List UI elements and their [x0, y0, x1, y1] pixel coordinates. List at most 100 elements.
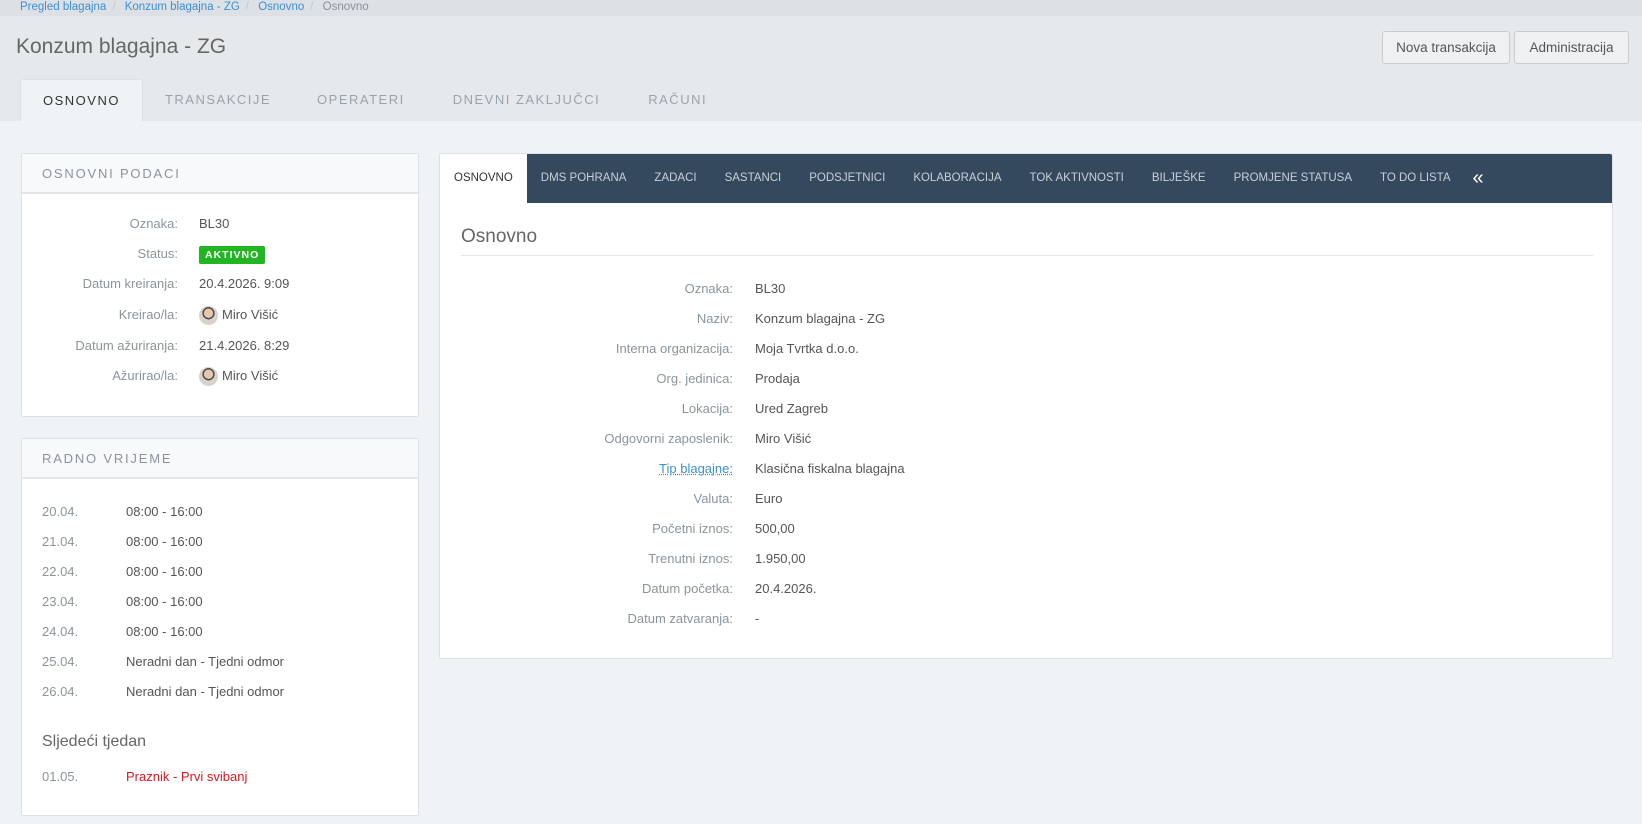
detail-row: Tip blagajne: Klasična fiskalna blagajna [440, 459, 1612, 479]
subtab-kolaboracija[interactable]: KOLABORACIJA [899, 154, 1015, 203]
field-value: Euro [755, 489, 782, 509]
subtab-biljeske[interactable]: BILJEŠKE [1138, 154, 1220, 203]
user-link[interactable]: Miro Višić [222, 307, 278, 322]
field-label: Oznaka: [130, 214, 178, 234]
subtab-osnovno[interactable]: OSNOVNO [440, 154, 527, 203]
subtab-dms-pohrana[interactable]: DMS POHRANA [527, 154, 641, 203]
field-label: Valuta: [693, 489, 733, 509]
collapse-chevron-icon[interactable]: « [1465, 154, 1492, 203]
page-header: Pregled blagajna/ Konzum blagajna - ZG/ … [0, 0, 1642, 121]
breadcrumb: Pregled blagajna/ Konzum blagajna - ZG/ … [0, 0, 1642, 16]
breadcrumb-link[interactable]: Konzum blagajna - ZG [125, 1, 240, 13]
breadcrumb-current: Osnovno [323, 1, 369, 13]
day-date: 23.04. [42, 592, 78, 612]
divider [461, 255, 1593, 256]
field-value: Prodaja [755, 369, 800, 389]
field-value: Miro Višić [755, 429, 811, 449]
basic-info-panel: OSNOVNI PODACI Oznaka: BL30 Status: AKTIVN… [21, 153, 419, 417]
detail-row: Org. jedinica: Prodaja [440, 369, 1612, 389]
tip-blagajne-link[interactable]: Tip blagajne: [659, 459, 733, 479]
sub-tabs: OSNOVNO DMS POHRANA ZADACI SASTANCI PODS… [440, 154, 1612, 203]
tab-dnevni-zakljucci[interactable]: DNEVNI ZAKLJUČCI [429, 79, 625, 121]
field-label: Trenutni iznos: [648, 549, 733, 569]
detail-row: Datum početka:20.4.2026. [440, 579, 1612, 599]
day-hours: Neradni dan - Tjedni odmor [126, 652, 284, 672]
field-value: Ured Zagreb [755, 399, 828, 419]
field-label: Odgovorni zaposlenik: [604, 429, 733, 449]
field-label: Interna organizacija: [616, 339, 733, 359]
day-date: 22.04. [42, 562, 78, 582]
subtab-podsjetnici[interactable]: PODSJETNICI [795, 154, 899, 203]
detail-row: Datum zatvaranja: - [440, 609, 1612, 629]
detail-row: Naziv: Konzum blagajna - ZG [440, 309, 1612, 329]
day-hours: 08:00 - 16:00 [126, 502, 203, 522]
detail-row: Valuta: Euro [440, 489, 1612, 509]
new-transaction-button[interactable]: Nova transakcija [1382, 31, 1510, 64]
detail-row: Odgovorni zaposlenik: Miro Višić [440, 429, 1612, 449]
field-label: Status: [138, 244, 178, 264]
detail-row: Oznaka: BL30 [440, 279, 1612, 299]
main-tabs: OSNOVNO TRANSAKCIJE OPERATERI DNEVNI ZAK… [20, 79, 731, 121]
field-value: Klasična fiskalna blagajna [755, 459, 905, 479]
tab-transakcije[interactable]: TRANSAKCIJE [143, 79, 293, 121]
tab-operateri[interactable]: OPERATERI [293, 79, 429, 121]
field-value: 21.4.2026. 8:29 [199, 336, 289, 356]
field-label: Početni iznos: [652, 519, 733, 539]
field-value: 1.950,00 [755, 549, 806, 569]
subtab-tok-aktivnosti[interactable]: TOK AKTIVNOSTI [1016, 154, 1138, 203]
day-date: 21.04. [42, 532, 78, 552]
subtab-promjene-statusa[interactable]: PROMJENE STATUSA [1220, 154, 1366, 203]
day-date: 20.04. [42, 502, 78, 522]
field-label: Datum kreiranja: [83, 274, 178, 294]
working-hours-panel: RADNO VRIJEME 20.04. 08:00 - 16:00 21.04.… [21, 438, 419, 816]
avatar [199, 367, 218, 386]
detail-row: Početni iznos: 500,00 [440, 519, 1612, 539]
page-title: Konzum blagajna - ZG [16, 35, 226, 59]
field-label: Lokacija: [682, 399, 733, 419]
day-hours: Neradni dan - Tjedni odmor [126, 682, 284, 702]
day-date: 24.04. [42, 622, 78, 642]
detail-row: Trenutni iznos: 1.950,00 [440, 549, 1612, 569]
field-value: Moja Tvrtka d.o.o. [755, 339, 859, 359]
tab-racuni[interactable]: RAČUNI [624, 79, 731, 121]
day-date: 26.04. [42, 682, 78, 702]
next-week-title: Sljedeći tjedan [42, 733, 146, 751]
holiday-label: Praznik - Prvi svibanj [126, 767, 247, 787]
field-label: Org. jedinica: [656, 369, 733, 389]
detail-panel: OSNOVNO DMS POHRANA ZADACI SASTANCI PODS… [439, 153, 1613, 659]
user-link[interactable]: Miro Višić [222, 368, 278, 383]
detail-row: Interna organizacija: Moja Tvrtka d.o.o. [440, 339, 1612, 359]
subtab-sastanci[interactable]: SASTANCI [711, 154, 796, 203]
tab-osnovno[interactable]: OSNOVNO [20, 79, 143, 121]
day-hours: 08:00 - 16:00 [126, 562, 203, 582]
subtab-zadaci[interactable]: ZADACI [640, 154, 710, 203]
field-label: Datum zatvaranja: [628, 609, 734, 629]
section-title: Osnovno [461, 226, 537, 248]
panel-header: RADNO VRIJEME [22, 439, 418, 479]
day-hours: 08:00 - 16:00 [126, 622, 203, 642]
status-badge: AKTIVNO [199, 246, 265, 264]
panel-header: OSNOVNI PODACI [22, 154, 418, 194]
administration-button[interactable]: Administracija [1514, 31, 1629, 64]
field-label: Oznaka: [685, 279, 733, 299]
field-label: Datum početka: [642, 579, 733, 599]
day-hours: 08:00 - 16:00 [126, 592, 203, 612]
subtab-to-do-lista[interactable]: TO DO LISTA [1366, 154, 1465, 203]
field-value: - [755, 609, 759, 629]
field-value: BL30 [199, 214, 229, 234]
day-hours: 08:00 - 16:00 [126, 532, 203, 552]
field-label: Naziv: [697, 309, 733, 329]
field-label: Kreirao/la: [119, 305, 178, 325]
field-value: 500,00 [755, 519, 795, 539]
avatar [199, 306, 218, 325]
breadcrumb-link[interactable]: Pregled blagajna [20, 1, 106, 13]
breadcrumb-link[interactable]: Osnovno [258, 1, 304, 13]
day-date: 25.04. [42, 652, 78, 672]
field-label: Ažurirao/la: [112, 366, 178, 386]
field-label: Datum ažuriranja: [75, 336, 178, 356]
detail-row: Lokacija: Ured Zagreb [440, 399, 1612, 419]
field-value: Konzum blagajna - ZG [755, 309, 885, 329]
field-value: BL30 [755, 279, 785, 299]
day-date: 01.05. [42, 767, 78, 787]
field-value: 20.4.2026. 9:09 [199, 274, 289, 294]
